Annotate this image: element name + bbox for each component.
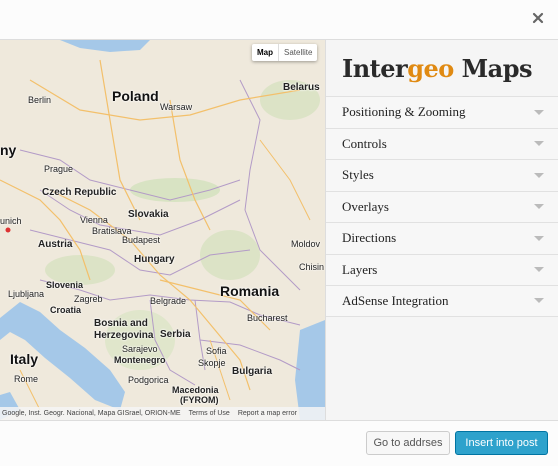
map-label-budapest: Budapest — [122, 235, 161, 245]
map-label-croatia: Croatia — [50, 305, 82, 315]
map-label-italy: Italy — [10, 351, 39, 367]
insert-into-post-button[interactable]: Insert into post — [455, 431, 548, 455]
map-label-skopje: Skopje — [198, 358, 226, 368]
logo-text-maps: Maps — [453, 53, 533, 83]
section-label: Styles — [342, 167, 374, 183]
section-styles[interactable]: Styles — [326, 159, 558, 191]
map-label-munich: unich — [0, 216, 22, 226]
map-type-map-button[interactable]: Map — [252, 44, 279, 61]
map-label-austria: Austria — [38, 239, 73, 250]
section-label: AdSense Integration — [342, 292, 449, 308]
map-label-berlin: Berlin — [28, 95, 52, 105]
map-label-macedonia: Macedonia — [172, 385, 219, 395]
map-label-warsaw: Warsaw — [160, 102, 193, 112]
map-label-rome: Rome — [14, 374, 39, 384]
map-label-slovakia: Slovakia — [128, 209, 169, 220]
map-label-moldova: Moldov — [291, 239, 321, 249]
map-label-sarajevo: Sarajevo — [122, 344, 158, 354]
map-type-satellite-button[interactable]: Satellite — [279, 44, 317, 61]
terms-of-use-link[interactable]: Terms of Use — [189, 410, 230, 417]
go-to-address-button[interactable]: Go to addrses — [366, 431, 450, 455]
section-layers[interactable]: Layers — [326, 253, 558, 285]
section-controls[interactable]: Controls — [326, 127, 558, 159]
section-label: Overlays — [342, 198, 389, 214]
chevron-down-icon — [534, 141, 544, 147]
section-positioning-zooming[interactable]: Positioning & Zooming — [326, 96, 558, 128]
map-label-sofia: Sofia — [206, 346, 227, 356]
chevron-down-icon — [534, 109, 544, 115]
map-label-montenegro: Montenegro — [114, 355, 166, 365]
chevron-down-icon — [534, 298, 544, 304]
map-label-serbia: Serbia — [160, 329, 191, 340]
map-label-fyrom: (FYROM) — [180, 395, 219, 405]
map-label-bosnia: Bosnia and — [94, 318, 148, 329]
modal-footer: Go to addrses Insert into post — [0, 420, 558, 466]
section-label: Layers — [342, 261, 378, 277]
map-label-bucharest: Bucharest — [247, 313, 288, 323]
map-label-vienna: Vienna — [80, 215, 108, 225]
map-label-podgorica: Podgorica — [128, 375, 169, 385]
map-label-chisinau: Chisin — [299, 262, 325, 272]
chevron-down-icon — [534, 267, 544, 273]
map-attribution: Google, Inst. Geogr. Nacional, Mapa GISr… — [0, 407, 325, 420]
map-label-herzegovina: Herzegovina — [94, 330, 154, 341]
modal-header — [0, 0, 558, 40]
section-label: Directions — [342, 230, 397, 246]
map-label-prague: Prague — [44, 164, 74, 174]
map-canvas[interactable]: Berlin Poland Warsaw Belarus ny Prague C… — [0, 40, 325, 420]
map-label-ljubljana: Ljubljana — [8, 289, 45, 299]
map-type-control: Map Satellite — [252, 44, 318, 61]
map-label-hungary: Hungary — [134, 254, 175, 265]
logo-text-geo: geo — [407, 53, 454, 83]
settings-sidebar: Inter geo Maps Positioning & Zooming Cont… — [325, 40, 558, 420]
close-icon[interactable] — [530, 10, 546, 26]
map-label-zagreb: Zagreb — [74, 294, 103, 304]
chevron-down-icon — [534, 172, 544, 178]
map-label-belarus: Belarus — [283, 82, 320, 93]
map-label-belgrade: Belgrade — [150, 296, 187, 306]
logo-text-inter: Inter — [342, 53, 408, 83]
chevron-down-icon — [534, 204, 544, 210]
map-label-poland: Poland — [112, 88, 159, 104]
section-directions[interactable]: Directions — [326, 222, 558, 254]
attribution-data: Google, Inst. Geogr. Nacional, Mapa GISr… — [2, 410, 181, 417]
section-overlays[interactable]: Overlays — [326, 190, 558, 222]
map-insert-modal: Berlin Poland Warsaw Belarus ny Prague C… — [0, 0, 558, 466]
map-label-bulgaria: Bulgaria — [232, 366, 273, 377]
map-label-czech-republic: Czech Republic — [42, 187, 117, 198]
intergeo-logo: Inter geo Maps — [326, 40, 558, 96]
section-label: Controls — [342, 135, 387, 151]
section-adsense-integration[interactable]: AdSense Integration — [326, 285, 558, 317]
map-label-romania: Romania — [220, 283, 280, 299]
map-label-germany: ny — [0, 142, 17, 158]
map-label-slovenia: Slovenia — [46, 280, 84, 290]
section-label: Positioning & Zooming — [342, 104, 466, 120]
chevron-down-icon — [534, 235, 544, 241]
report-map-error-link[interactable]: Report a map error — [238, 410, 297, 417]
